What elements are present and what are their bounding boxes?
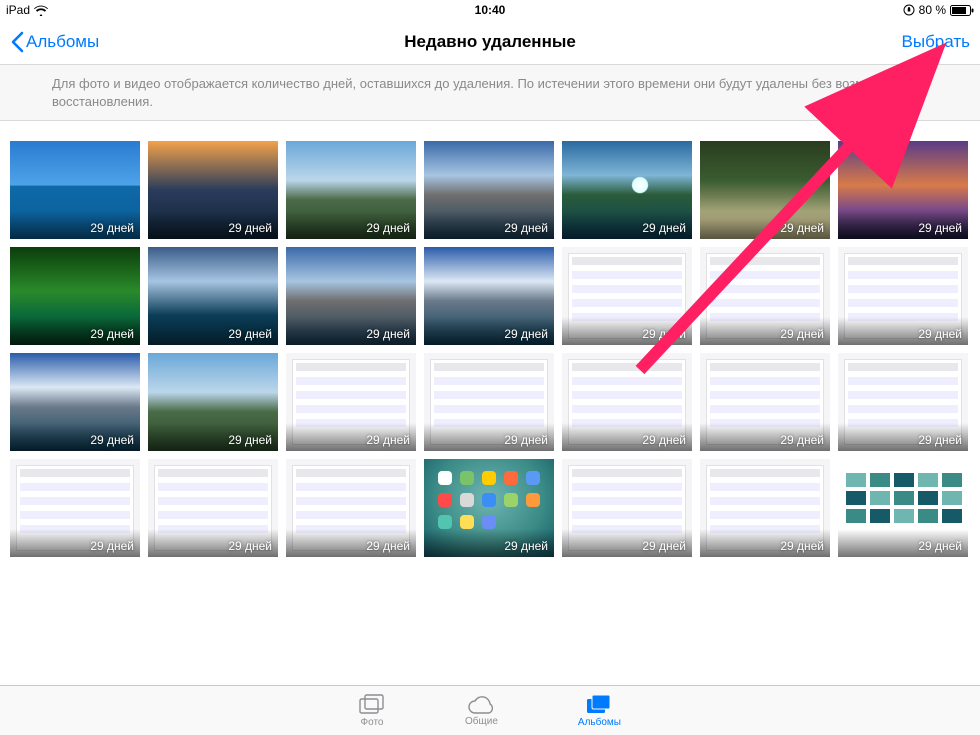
tab-label: Альбомы xyxy=(578,717,621,728)
status-time: 10:40 xyxy=(475,3,506,17)
days-remaining-label: 29 дней xyxy=(228,539,272,553)
navigation-bar: Альбомы Недавно удаленные Выбрать xyxy=(0,20,980,64)
battery-icon xyxy=(950,5,974,16)
photo-thumbnail[interactable]: 29 дней xyxy=(10,247,140,345)
days-remaining-label: 29 дней xyxy=(228,327,272,341)
photo-thumbnail[interactable]: 29 дней xyxy=(562,141,692,239)
photo-thumbnail[interactable]: 29 дней xyxy=(424,247,554,345)
photo-grid: 29 дней 29 дней 29 дней 29 дней 29 дней 29 дн… xyxy=(10,141,970,557)
photo-thumbnail[interactable]: 29 дней xyxy=(838,141,968,239)
photo-thumbnail[interactable]: 29 дней xyxy=(10,459,140,557)
days-remaining-label: 29 дней xyxy=(366,539,410,553)
select-button[interactable]: Выбрать xyxy=(902,32,970,52)
days-remaining-label: 29 дней xyxy=(504,539,548,553)
photo-thumbnail[interactable]: 29 дней xyxy=(10,353,140,451)
tab-shared[interactable]: Общие xyxy=(465,695,498,727)
days-remaining-label: 29 дней xyxy=(366,433,410,447)
days-remaining-label: 29 дней xyxy=(504,327,548,341)
photo-thumbnail[interactable]: 29 дней xyxy=(838,353,968,451)
tab-label: Общие xyxy=(465,716,498,727)
photo-thumbnail[interactable]: 29 дней xyxy=(700,141,830,239)
albums-icon xyxy=(586,694,612,716)
photo-thumbnail[interactable]: 29 дней xyxy=(424,141,554,239)
chevron-left-icon xyxy=(10,31,24,53)
photo-thumbnail[interactable]: 29 дней xyxy=(424,353,554,451)
back-label: Альбомы xyxy=(26,32,99,52)
photo-thumbnail[interactable]: 29 дней xyxy=(700,247,830,345)
days-remaining-label: 29 дней xyxy=(90,433,134,447)
photo-thumbnail[interactable]: 29 дней xyxy=(148,141,278,239)
photo-thumbnail[interactable]: 29 дней xyxy=(286,353,416,451)
days-remaining-label: 29 дней xyxy=(780,433,824,447)
photo-thumbnail[interactable]: 29 дней xyxy=(148,247,278,345)
days-remaining-label: 29 дней xyxy=(780,539,824,553)
orientation-lock-icon xyxy=(903,4,915,16)
days-remaining-label: 29 дней xyxy=(90,539,134,553)
photo-thumbnail[interactable]: 29 дней xyxy=(562,459,692,557)
photo-thumbnail[interactable]: 29 дней xyxy=(700,353,830,451)
days-remaining-label: 29 дней xyxy=(918,221,962,235)
days-remaining-label: 29 дней xyxy=(90,221,134,235)
days-remaining-label: 29 дней xyxy=(504,221,548,235)
photo-grid-container: 29 дней 29 дней 29 дней 29 дней 29 дней 29 дн… xyxy=(0,121,980,689)
battery-percent: 80 % xyxy=(919,3,946,17)
photo-thumbnail[interactable]: 29 дней xyxy=(10,141,140,239)
photo-thumbnail[interactable]: 29 дней xyxy=(838,247,968,345)
days-remaining-label: 29 дней xyxy=(228,221,272,235)
page-title: Недавно удаленные xyxy=(404,32,576,52)
photo-thumbnail[interactable]: 29 дней xyxy=(562,353,692,451)
days-remaining-label: 29 дней xyxy=(504,433,548,447)
days-remaining-label: 29 дней xyxy=(918,433,962,447)
back-button[interactable]: Альбомы xyxy=(10,31,99,53)
tab-label: Фото xyxy=(361,717,384,728)
info-text: Для фото и видео отображается количество… xyxy=(52,76,914,109)
days-remaining-label: 29 дней xyxy=(780,221,824,235)
photo-thumbnail[interactable]: 29 дней xyxy=(148,353,278,451)
device-label: iPad xyxy=(6,3,30,17)
tab-albums[interactable]: Альбомы xyxy=(578,694,621,728)
days-remaining-label: 29 дней xyxy=(780,327,824,341)
photo-thumbnail[interactable]: 29 дней xyxy=(838,459,968,557)
days-remaining-label: 29 дней xyxy=(918,327,962,341)
wifi-icon xyxy=(34,5,48,16)
status-bar: iPad 10:40 80 % xyxy=(0,0,980,20)
days-remaining-label: 29 дней xyxy=(642,433,686,447)
tab-photos[interactable]: Фото xyxy=(359,694,385,728)
info-banner: Для фото и видео отображается количество… xyxy=(0,64,980,121)
photo-thumbnail[interactable]: 29 дней xyxy=(424,459,554,557)
photo-thumbnail[interactable]: 29 дней xyxy=(700,459,830,557)
days-remaining-label: 29 дней xyxy=(642,539,686,553)
photo-thumbnail[interactable]: 29 дней xyxy=(286,459,416,557)
days-remaining-label: 29 дней xyxy=(918,539,962,553)
photo-thumbnail[interactable]: 29 дней xyxy=(562,247,692,345)
days-remaining-label: 29 дней xyxy=(366,221,410,235)
cloud-icon xyxy=(467,695,495,715)
photo-thumbnail[interactable]: 29 дней xyxy=(148,459,278,557)
days-remaining-label: 29 дней xyxy=(90,327,134,341)
tab-bar: Фото Общие Альбомы xyxy=(0,685,980,735)
days-remaining-label: 29 дней xyxy=(642,327,686,341)
photos-icon xyxy=(359,694,385,716)
days-remaining-label: 29 дней xyxy=(642,221,686,235)
days-remaining-label: 29 дней xyxy=(366,327,410,341)
photo-thumbnail[interactable]: 29 дней xyxy=(286,247,416,345)
days-remaining-label: 29 дней xyxy=(228,433,272,447)
photo-thumbnail[interactable]: 29 дней xyxy=(286,141,416,239)
